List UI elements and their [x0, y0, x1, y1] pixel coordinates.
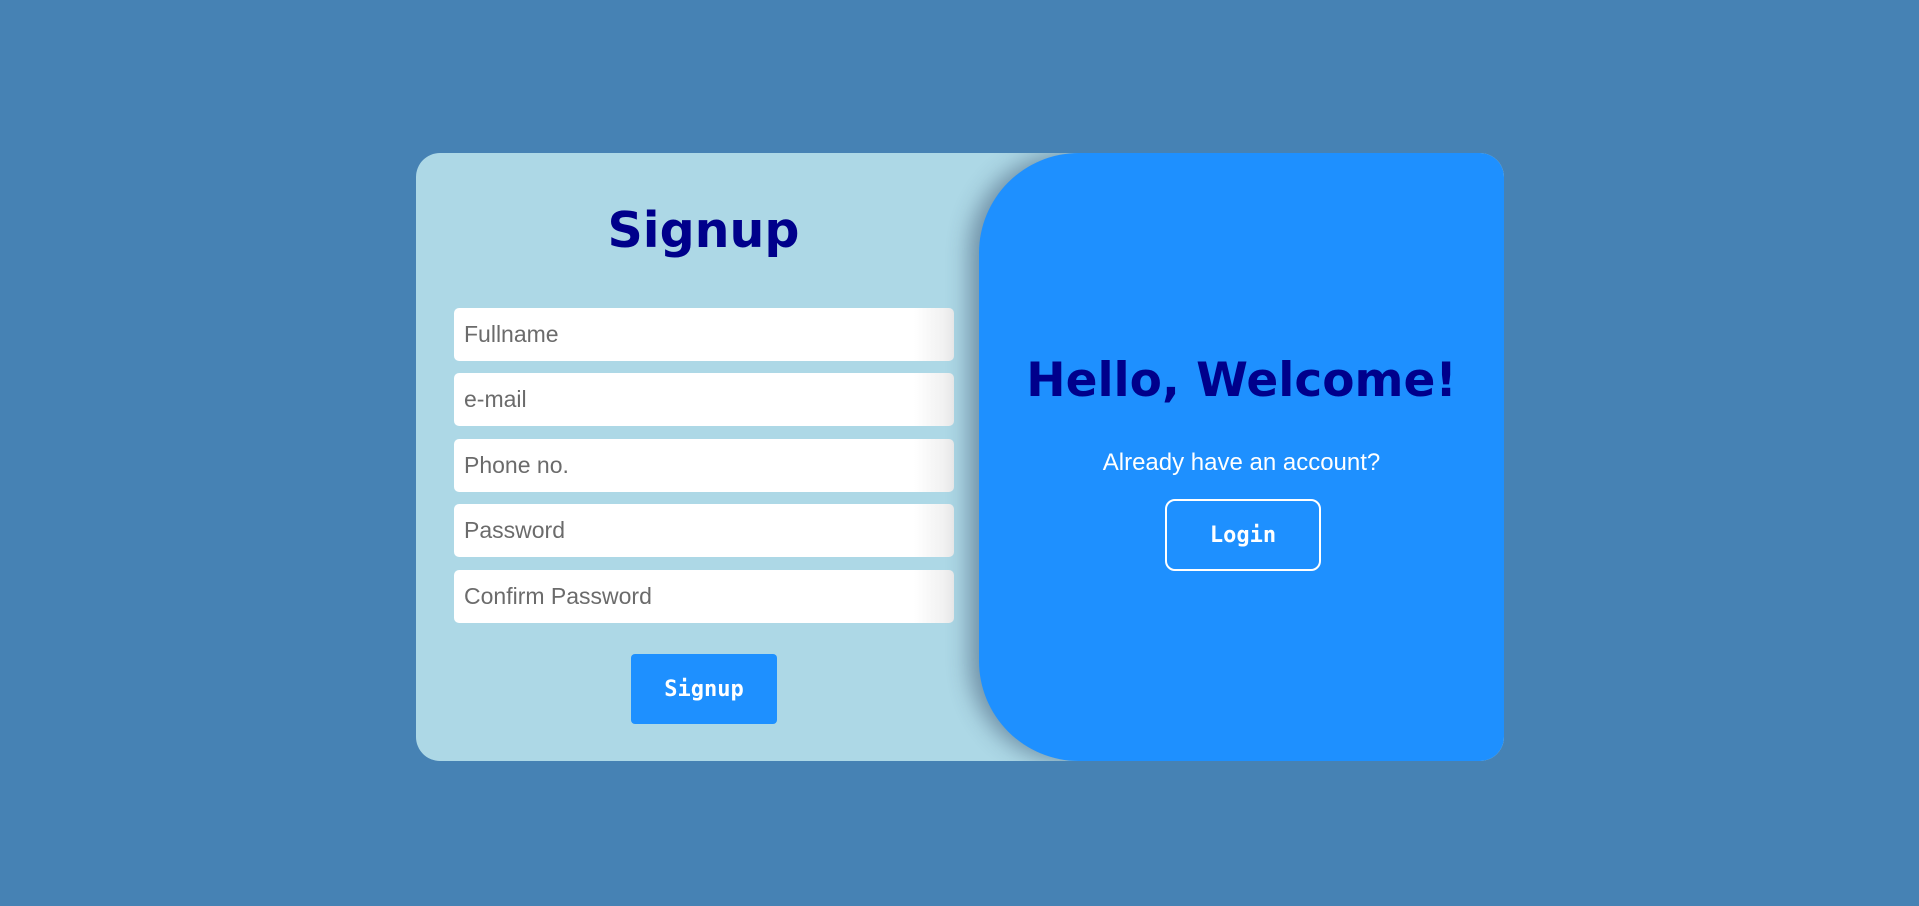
password-input[interactable] [454, 504, 954, 557]
welcome-title: Hello, Welcome! [1026, 353, 1457, 408]
phone-input[interactable] [454, 439, 954, 492]
page-background: { "signup": { "title": "Signup", "fields… [0, 0, 1919, 906]
fullname-input[interactable] [454, 308, 954, 361]
signup-title: Signup [607, 202, 800, 259]
login-button[interactable]: Login [1165, 499, 1321, 571]
signup-form: Signup Signup [416, 153, 979, 761]
confirm-password-input[interactable] [454, 570, 954, 623]
signup-button[interactable]: Signup [631, 654, 777, 724]
welcome-panel: Hello, Welcome! Already have an account?… [979, 153, 1504, 761]
auth-card: Signup Signup Hello, Welcome! Already ha… [416, 153, 1504, 761]
email-input[interactable] [454, 373, 954, 426]
login-prompt: Already have an account? [1102, 449, 1381, 476]
